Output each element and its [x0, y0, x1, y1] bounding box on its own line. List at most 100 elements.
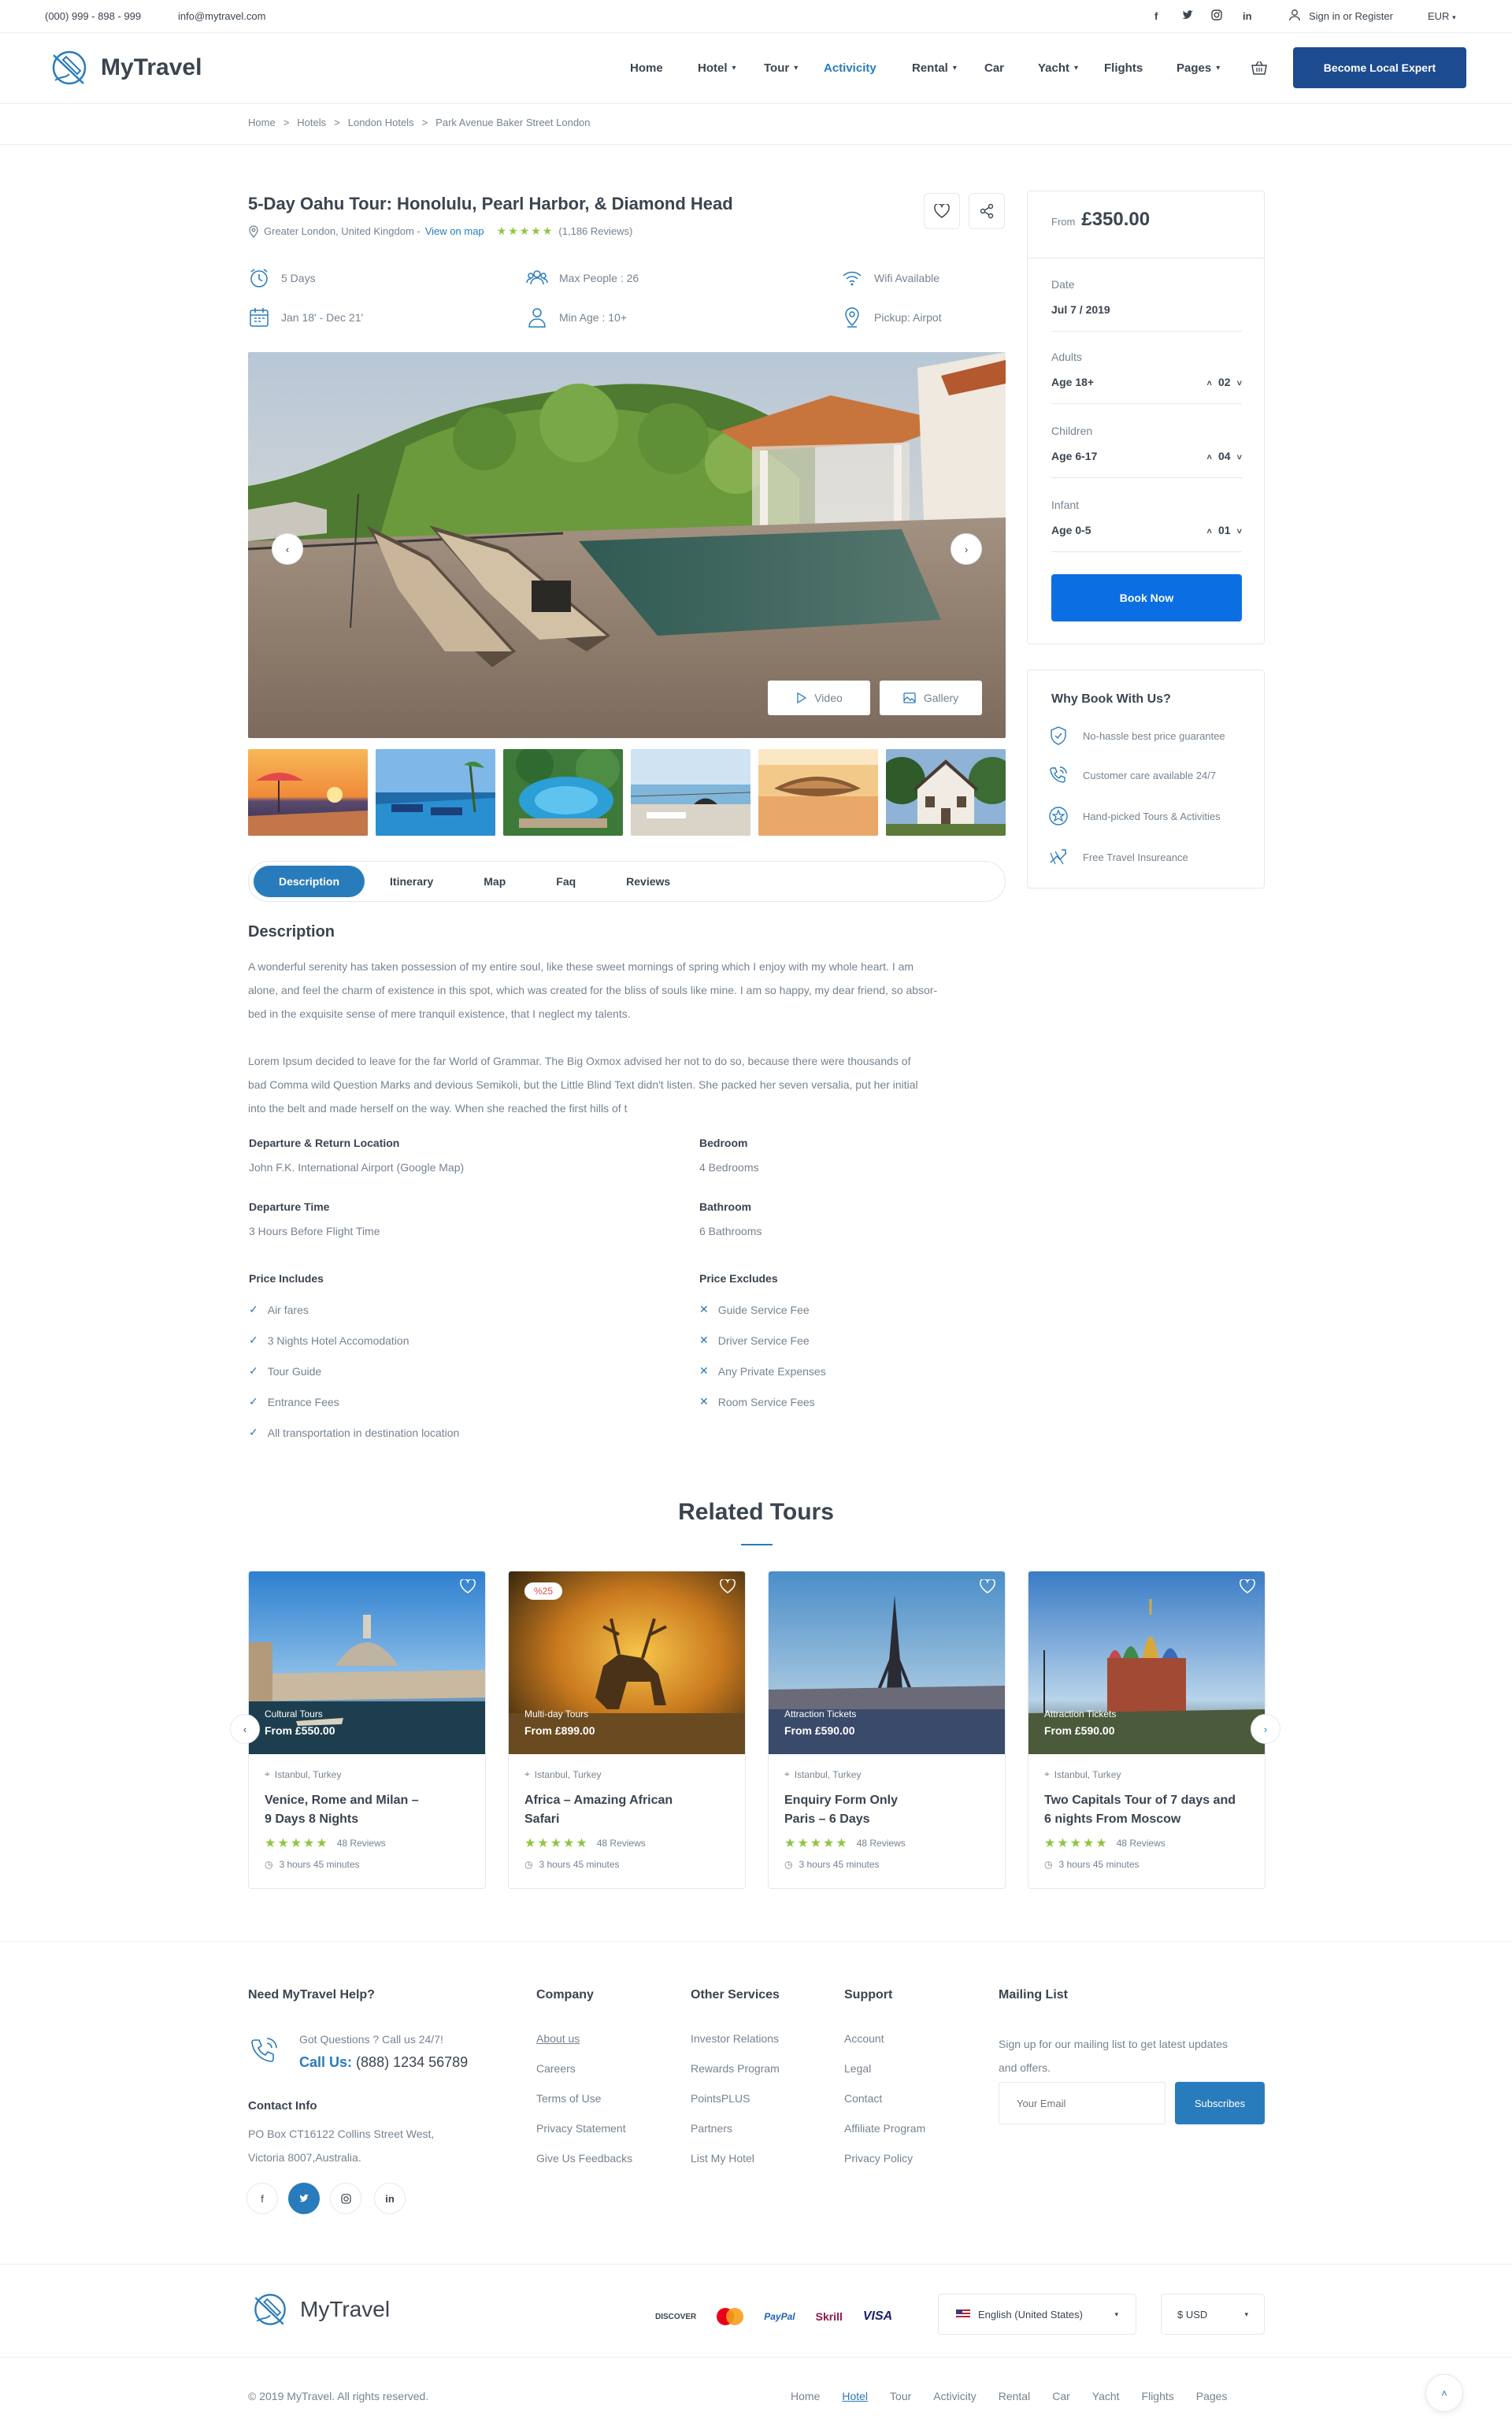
- footer-nav-rental[interactable]: Rental: [999, 2390, 1030, 2402]
- footer-nav-car[interactable]: Car: [1052, 2390, 1070, 2402]
- footer-link[interactable]: Account: [844, 2032, 925, 2045]
- tour-card[interactable]: %25 Multi-day Tours From £899.00 ⌖ Istanb…: [508, 1571, 746, 1889]
- related-next-button[interactable]: ›: [1251, 1714, 1280, 1744]
- tour-card[interactable]: Attraction Tickets From £590.00 ⌖ Istanbu…: [768, 1571, 1006, 1889]
- become-local-expert-button[interactable]: Become Local Expert: [1293, 47, 1466, 88]
- thumbnail-6[interactable]: [886, 749, 1006, 836]
- gallery-next-button[interactable]: ›: [951, 533, 982, 565]
- tab-faq[interactable]: Faq: [531, 866, 601, 897]
- signin-link[interactable]: Sign in or Register: [1309, 10, 1393, 22]
- nav-car[interactable]: Car: [984, 61, 1004, 75]
- topbar-phone[interactable]: (000) 999 - 898 - 999: [45, 10, 141, 22]
- heart-icon[interactable]: [980, 1579, 995, 1593]
- footer-nav-home[interactable]: Home: [791, 2390, 820, 2402]
- exclude-item: ✕ Room Service Fees: [699, 1395, 815, 1408]
- heart-icon[interactable]: [720, 1579, 736, 1593]
- footer-link[interactable]: Give Us Feedbacks: [536, 2152, 632, 2165]
- linkedin-icon[interactable]: in: [374, 2183, 406, 2214]
- share-button[interactable]: [969, 193, 1005, 229]
- tour-card-image: Attraction Tickets From £590.00: [769, 1571, 1005, 1754]
- language-select[interactable]: English (United States) ▾: [938, 2294, 1136, 2335]
- footer-link[interactable]: Careers: [536, 2062, 632, 2075]
- footer-link[interactable]: Legal: [844, 2062, 925, 2075]
- footer-link[interactable]: List My Hotel: [691, 2152, 780, 2165]
- footer-link[interactable]: Terms of Use: [536, 2092, 632, 2105]
- currency-select[interactable]: $ USD ▾: [1161, 2294, 1265, 2335]
- logo[interactable]: MyTravel: [46, 44, 202, 91]
- footer-nav-flights[interactable]: Flights: [1142, 2390, 1174, 2402]
- facebook-icon[interactable]: f: [1154, 10, 1158, 22]
- topbar-email[interactable]: info@mytravel.com: [178, 10, 265, 22]
- linkedin-icon[interactable]: in: [1243, 10, 1252, 22]
- nav-pages[interactable]: Pages ▾: [1177, 61, 1220, 75]
- children-selector[interactable]: Age 6-17 ˄ 04 ˅: [1051, 450, 1242, 478]
- facebook-icon[interactable]: f: [246, 2183, 278, 2214]
- tour-card[interactable]: Attraction Tickets From £590.00 ⌖ Istanbu…: [1028, 1571, 1266, 1889]
- footer-link[interactable]: Rewards Program: [691, 2062, 780, 2075]
- instagram-icon[interactable]: [1211, 9, 1222, 20]
- favorite-button[interactable]: [924, 193, 960, 229]
- tour-card-category: Attraction Tickets: [784, 1708, 857, 1720]
- twitter-icon[interactable]: [288, 2183, 320, 2214]
- email-input[interactable]: [999, 2082, 1166, 2124]
- view-on-map-link[interactable]: View on map: [425, 225, 484, 237]
- footer-link[interactable]: Partners: [691, 2122, 780, 2135]
- call-us[interactable]: Call Us: (888) 1234 56789: [299, 2054, 468, 2071]
- chevron-down-icon: ▾: [794, 64, 799, 72]
- infant-selector[interactable]: Age 0-5 ˄ 01 ˅: [1051, 524, 1242, 552]
- footer-link[interactable]: PointsPLUS: [691, 2092, 780, 2105]
- twitter-icon[interactable]: [1181, 9, 1194, 21]
- instagram-icon[interactable]: [330, 2183, 361, 2214]
- gallery-prev-button[interactable]: ‹: [272, 533, 303, 565]
- currency-select[interactable]: EUR ▾: [1428, 10, 1456, 22]
- nav-flights[interactable]: Flights: [1104, 61, 1143, 75]
- tour-card-title: Two Capitals Tour of 7 days and 6 nights …: [1044, 1794, 1236, 1826]
- cart-icon[interactable]: [1251, 59, 1268, 76]
- thumbnail-5[interactable]: [758, 749, 878, 836]
- breadcrumb-home[interactable]: Home: [248, 117, 276, 128]
- footer-link[interactable]: Privacy Policy: [844, 2152, 925, 2165]
- date-field[interactable]: Jul 7 / 2019: [1051, 303, 1242, 332]
- footer-nav-activicity[interactable]: Activicity: [933, 2390, 976, 2402]
- gallery-button[interactable]: Gallery: [880, 681, 982, 715]
- chevron-down-icon: ▾: [1074, 64, 1079, 72]
- footer-link[interactable]: Affiliate Program: [844, 2122, 925, 2135]
- footer-link[interactable]: About us: [536, 2032, 632, 2045]
- video-button[interactable]: Video: [768, 681, 870, 715]
- tab-map[interactable]: Map: [458, 866, 531, 897]
- thumbnail-1[interactable]: [248, 749, 368, 836]
- footer-nav-pages[interactable]: Pages: [1196, 2390, 1228, 2402]
- footer-logo[interactable]: MyTravel: [248, 2287, 390, 2332]
- visa-logo: VISA: [862, 2309, 893, 2323]
- back-to-top-button[interactable]: ˄: [1425, 2374, 1463, 2412]
- tab-description[interactable]: Description: [254, 866, 365, 897]
- breadcrumb-london-hotels[interactable]: London Hotels: [348, 117, 414, 128]
- tab-itinerary[interactable]: Itinerary: [365, 866, 458, 897]
- heart-icon[interactable]: [1240, 1579, 1255, 1593]
- nav-hotel[interactable]: Hotel ▾: [698, 61, 736, 75]
- thumbnail-4[interactable]: [631, 749, 750, 836]
- related-prev-button[interactable]: ‹: [230, 1714, 260, 1744]
- chevron-down-icon: ˅: [1236, 453, 1242, 462]
- breadcrumb-hotels[interactable]: Hotels: [297, 117, 326, 128]
- footer-link[interactable]: Privacy Statement: [536, 2122, 632, 2135]
- book-now-button[interactable]: Book Now: [1051, 574, 1242, 621]
- tab-reviews[interactable]: Reviews: [601, 866, 695, 897]
- nav-tour[interactable]: Tour ▾: [764, 61, 798, 75]
- footer-link[interactable]: Contact: [844, 2092, 925, 2105]
- adults-selector[interactable]: Age 18+ ˄ 02 ˅: [1051, 376, 1242, 404]
- group-icon: [526, 270, 548, 285]
- nav-activicity[interactable]: Activicity: [824, 61, 876, 75]
- subscribe-button[interactable]: Subscribes: [1175, 2082, 1265, 2124]
- footer-nav-hotel[interactable]: Hotel: [842, 2390, 868, 2402]
- thumbnail-2[interactable]: [376, 749, 495, 836]
- nav-yacht[interactable]: Yacht ▾: [1038, 61, 1078, 75]
- footer-nav-tour[interactable]: Tour: [890, 2390, 911, 2402]
- tour-card[interactable]: Cultural Tours From £550.00 ⌖ Istanbul, T…: [248, 1571, 486, 1889]
- footer-nav-yacht[interactable]: Yacht: [1092, 2390, 1120, 2402]
- nav-rental[interactable]: Rental ▾: [912, 61, 957, 75]
- footer-link[interactable]: Investor Relations: [691, 2032, 780, 2045]
- heart-icon[interactable]: [460, 1579, 476, 1593]
- thumbnail-3[interactable]: [503, 749, 623, 836]
- nav-home[interactable]: Home: [630, 61, 663, 75]
